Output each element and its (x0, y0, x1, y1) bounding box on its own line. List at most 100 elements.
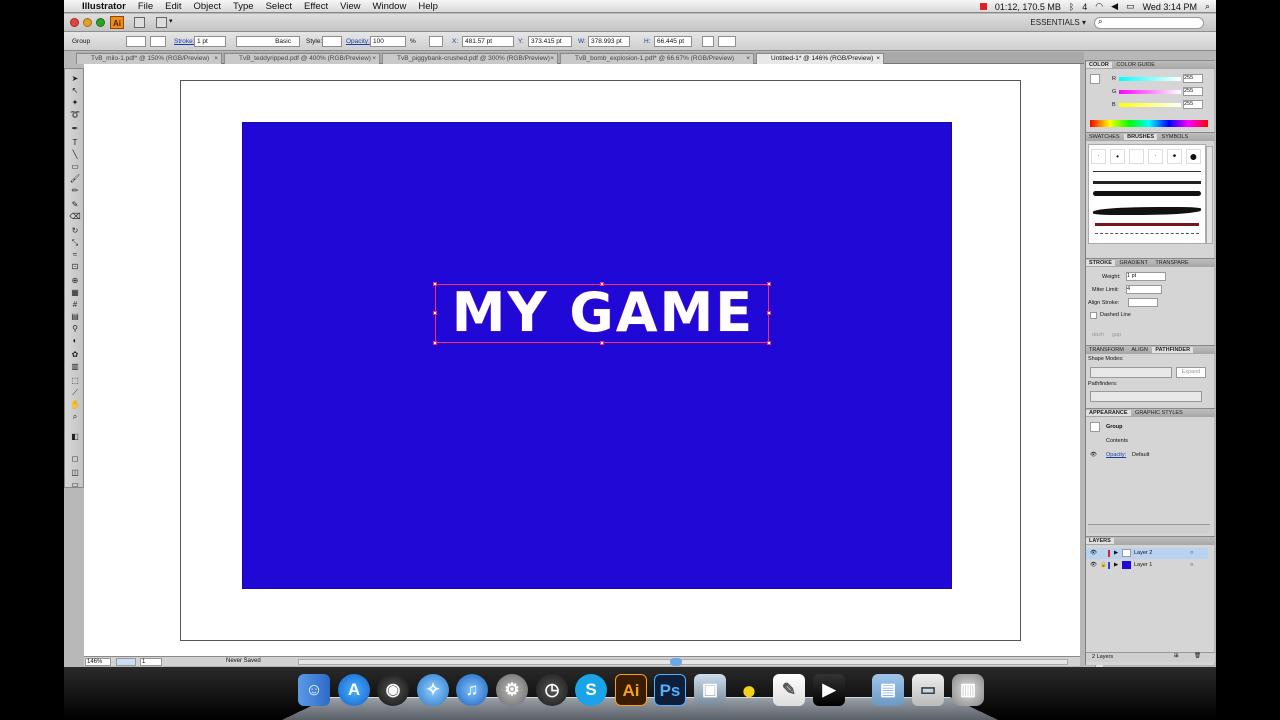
line-tool-icon[interactable]: ╲ (69, 149, 81, 160)
tab-brushes[interactable]: BRUSHES (1124, 134, 1157, 140)
brush-dot[interactable]: ● (1186, 149, 1201, 164)
x-label[interactable]: X: (452, 38, 458, 45)
align-stroke-buttons[interactable] (1128, 298, 1158, 307)
scroll-thumb[interactable] (670, 658, 682, 666)
tab-gradient[interactable]: GRADIENT (1116, 260, 1150, 266)
opacity-label[interactable]: Opacity: (346, 38, 370, 45)
expand-arrow-icon[interactable]: ▶ (1114, 550, 1118, 556)
textedit-icon[interactable]: ✎ (773, 674, 805, 706)
r-field[interactable]: 255 (1183, 74, 1203, 83)
volume-icon[interactable]: ◀ (1111, 1, 1118, 12)
wifi-icon[interactable]: ◠ (1095, 1, 1103, 12)
menu-effect[interactable]: Effect (298, 1, 334, 12)
b-field[interactable]: 255 (1183, 100, 1203, 109)
pencil-tool-icon[interactable]: ✏ (69, 185, 81, 196)
gradient-tool-icon[interactable]: ▤ (69, 311, 81, 322)
b-slider[interactable] (1119, 103, 1181, 107)
brush-stroke[interactable] (1093, 181, 1201, 184)
y-label[interactable]: Y: (518, 38, 524, 45)
g-field[interactable]: 255 (1183, 87, 1203, 96)
hand-tool-icon[interactable]: ✋ (69, 399, 81, 410)
tab-symbols[interactable]: SYMBOLS (1159, 134, 1192, 140)
brush-library-list[interactable]: · • · • ● (1088, 144, 1206, 244)
tab-document-2[interactable]: TvB_teddyripped.pdf @ 400% (RGB/Preview)… (224, 53, 380, 64)
slice-tool-icon[interactable]: ⟋ (69, 387, 81, 398)
illustrator-dock-icon[interactable]: Ai (615, 674, 647, 706)
target-icon[interactable]: ○ (1190, 550, 1193, 556)
blue-background-rectangle[interactable] (242, 122, 952, 589)
w-field[interactable]: 378.993 pt (588, 36, 630, 47)
brush-stroke[interactable] (1093, 171, 1201, 172)
tab-align[interactable]: ALIGN (1128, 347, 1151, 353)
magic-wand-tool-icon[interactable]: ✦ (69, 97, 81, 108)
close-icon[interactable]: × (876, 54, 880, 64)
eraser-tool-icon[interactable]: ⌫ (69, 211, 81, 222)
fill-color-swatch[interactable] (1090, 74, 1100, 84)
drawing-mode-icon[interactable]: ◫ (69, 467, 81, 478)
graph-tool-icon[interactable]: ▥ (69, 361, 81, 372)
layer-row-1[interactable]: 👁 🔒 ▶ Layer 1 ○ (1086, 560, 1208, 571)
brush-stroke[interactable] (1093, 191, 1201, 196)
help-search-input[interactable]: ⌕ (1094, 17, 1204, 29)
tab-document-1[interactable]: TvB_milo-1.pdf* @ 150% (RGB/Preview) × (76, 53, 222, 64)
free-transform-tool-icon[interactable]: ⊡ (69, 261, 81, 272)
color-spectrum[interactable] (1090, 120, 1208, 127)
rotate-tool-icon[interactable]: ↻ (69, 225, 81, 236)
battery-count[interactable]: 4 (1082, 2, 1087, 12)
new-layer-icon[interactable]: ⊞ (1174, 653, 1179, 659)
tab-pathfinder[interactable]: PATHFINDER (1152, 347, 1194, 353)
close-icon[interactable]: × (214, 54, 218, 64)
stroke-weight-input[interactable]: 1 pt (1126, 272, 1166, 281)
tab-document-active[interactable]: Untitled-1* @ 146% (RGB/Preview) × (756, 53, 884, 64)
memory-status[interactable]: 01:12, 170.5 MB (995, 2, 1061, 12)
reference-point-icon[interactable] (429, 36, 443, 47)
minimize-window-button[interactable] (83, 18, 92, 27)
itunes-icon[interactable]: ♫ (456, 674, 488, 706)
brush-stroke[interactable] (1093, 207, 1201, 215)
workspace-switcher[interactable]: ESSENTIALS ▾ (1030, 18, 1086, 27)
tab-color[interactable]: COLOR (1086, 62, 1112, 68)
chevron-down-icon[interactable]: ▾ (169, 17, 173, 25)
blob-brush-tool-icon[interactable]: ✎ (69, 199, 81, 210)
trash-icon[interactable]: ▥ (952, 674, 984, 706)
isolate-group-icon[interactable] (718, 36, 736, 47)
record-icon[interactable] (979, 3, 987, 10)
selection-tool-icon[interactable]: ➤ (69, 73, 81, 84)
bluetooth-icon[interactable]: ᛒ (1069, 2, 1074, 12)
layer-visibility-icon[interactable]: 👁 (1090, 562, 1097, 568)
menu-type[interactable]: Type (227, 1, 260, 12)
photoshop-icon[interactable]: Ps (654, 674, 686, 706)
shape-mode-buttons[interactable] (1090, 367, 1172, 378)
finder-icon[interactable]: ☺ (298, 674, 330, 706)
appearance-group-label[interactable]: Group (1106, 424, 1123, 430)
transform-icon[interactable] (702, 36, 714, 47)
tab-appearance[interactable]: APPEARANCE (1086, 410, 1131, 416)
brush-dot[interactable]: · (1148, 149, 1163, 164)
artboard-tool-icon[interactable]: ⬚ (69, 375, 81, 386)
stroke-swatch[interactable] (150, 36, 166, 47)
close-icon[interactable]: × (372, 54, 376, 64)
layer-name[interactable]: Layer 1 (1134, 562, 1152, 568)
time-machine-icon[interactable]: ◷ (536, 674, 568, 706)
canvas-area[interactable]: MY GAME (84, 64, 1103, 720)
arrow-brush[interactable] (1095, 223, 1199, 226)
visibility-icon[interactable]: 👁 (1090, 452, 1097, 458)
appearance-contents-label[interactable]: Contents (1106, 438, 1128, 444)
layer-visibility-icon[interactable]: 👁 (1090, 550, 1097, 556)
x-field[interactable]: 481.57 pt (462, 36, 514, 47)
scale-tool-icon[interactable]: ⤡ (69, 237, 81, 248)
horizontal-scrollbar[interactable] (298, 659, 1068, 665)
close-window-button[interactable] (70, 18, 79, 27)
menu-file[interactable]: File (132, 1, 159, 12)
graphic-style-dropdown[interactable] (322, 36, 342, 47)
trash-icon[interactable]: 🗑 (1194, 653, 1201, 659)
brush-dot[interactable]: · (1091, 149, 1106, 164)
target-icon[interactable]: ○ (1190, 562, 1193, 568)
tab-transparency[interactable]: TRANSPARE (1152, 260, 1191, 266)
menu-select[interactable]: Select (260, 1, 298, 12)
brush-dot[interactable] (1129, 149, 1144, 164)
pen-tool-icon[interactable]: ✒ (69, 123, 81, 134)
appearance-opacity-link[interactable]: Opacity: (1106, 452, 1126, 458)
close-icon[interactable]: × (746, 54, 750, 64)
fill-swatch[interactable] (126, 36, 146, 47)
